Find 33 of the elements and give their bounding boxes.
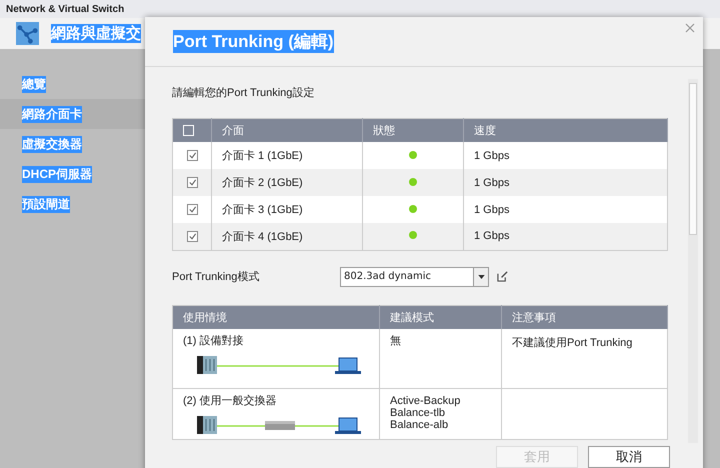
table-cell: 無 [380,328,502,388]
mode-dropdown[interactable]: 802.3ad dynamic [340,266,489,286]
window-title: Network & Virtual Switch [6,4,124,14]
edit-icon[interactable] [497,271,508,282]
checkbox[interactable] [186,204,198,216]
table-cell: 介面卡 4 (1GbE) [212,223,362,250]
checkbox[interactable] [186,150,198,162]
table-cell: 1 Gbps [464,223,668,250]
network-icon [16,22,39,45]
dialog-title: Port Trunking (編輯) [173,30,334,53]
column-header: 注意事項 [502,305,668,328]
intro-text: 請編輯您的Port Trunking設定 [172,86,316,100]
table-cell-text: (2) 使用一般交換器 [183,395,278,407]
mode-label: Port Trunking模式 [172,270,260,284]
table-cell: Active-Backup Balance-tlb Balance-alb [380,388,502,440]
dialog-button[interactable]: 取消 [588,446,670,468]
column-header: 介面 [212,118,362,142]
sidebar-item[interactable]: 網路介面卡 [0,99,145,129]
checkbox[interactable] [186,230,198,242]
table-cell: 不建議使用Port Trunking [512,336,632,348]
checkbox[interactable] [186,177,198,188]
column-header: 速度 [464,118,668,142]
scrollbar[interactable] [688,79,698,443]
column-header: 使用情境 [172,305,380,328]
caret-icon [478,274,484,278]
sidebar-item[interactable]: 虛擬交換器 [0,129,145,159]
sidebar-item[interactable]: DHCP伺服器 [0,159,145,189]
column-header: 狀態 [362,118,464,142]
app-title: 網路與虛擬交 [51,24,141,43]
table-cell-text: (1) 設備對接 [183,334,244,346]
sidebar-item[interactable]: 預設閘道 [0,189,145,219]
column-header: 建議模式 [380,305,502,328]
sidebar-item[interactable]: 總覽 [0,69,145,99]
